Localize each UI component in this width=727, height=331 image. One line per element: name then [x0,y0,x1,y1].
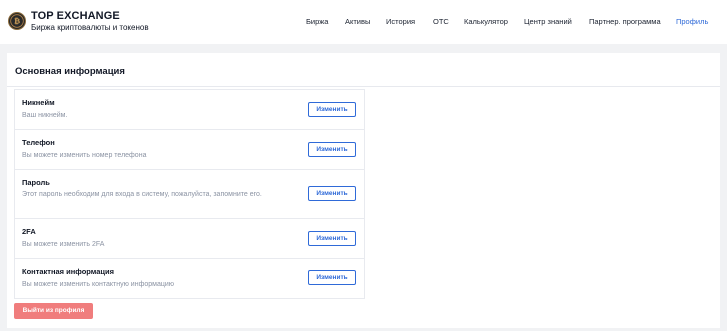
nav-link-otc[interactable]: OTC [433,17,449,29]
row-title: Телефон [22,138,55,147]
nav-link-knowledge-center[interactable]: Центр знаний [524,17,572,29]
row-title: Контактная информация [22,267,115,276]
settings-row-2fa: 2FA Вы можете изменить 2FA Изменить [15,219,364,259]
change-2fa-button[interactable]: Изменить [308,231,356,246]
brand-subtitle: Биржа криптовалюты и токенов [31,23,149,32]
nav-link-history[interactable]: История [386,17,415,29]
nav-link-calculator[interactable]: Калькулятор [464,17,508,29]
row-description: Вы можете изменить контактную информацию [22,281,175,288]
brand-title: TOP EXCHANGE [31,10,120,22]
profile-settings-list: Никнейм Ваш никнейм. Изменить Телефон Вы… [14,89,365,299]
settings-row-nickname: Никнейм Ваш никнейм. Изменить [15,90,364,130]
change-nickname-button[interactable]: Изменить [308,102,356,117]
change-contact-info-button[interactable]: Изменить [308,270,356,285]
settings-row-password: Пароль Этот пароль необходим для входа в… [15,170,364,219]
row-title: Пароль [22,178,50,187]
section-title: Основная информация [15,66,125,77]
nav-link-profile[interactable]: Профиль [676,17,708,29]
row-description: Вы можете изменить номер телефона [22,152,147,159]
nav-link-assets[interactable]: Активы [345,17,370,29]
row-title: Никнейм [22,98,55,107]
row-description: Ваш никнейм. [22,112,68,119]
title-divider [7,86,720,87]
row-title: 2FA [22,227,36,236]
profile-card: Основная информация Никнейм Ваш никнейм.… [7,53,720,328]
nav-link-exchange[interactable]: Биржа [306,17,328,29]
settings-row-phone: Телефон Вы можете изменить номер телефон… [15,130,364,170]
bitcoin-coin-icon[interactable]: ₿ [8,12,26,30]
row-description: Вы можете изменить 2FA [22,241,105,248]
svg-text:₿: ₿ [14,17,20,26]
settings-row-contact-info: Контактная информация Вы можете изменить… [15,259,364,298]
change-phone-button[interactable]: Изменить [308,142,356,157]
row-description: Этот пароль необходим для входа в систем… [22,191,262,198]
top-header: ₿ TOP EXCHANGE Биржа криптовалюты и токе… [0,0,727,44]
change-password-button[interactable]: Изменить [308,186,356,201]
nav-link-partner-program[interactable]: Партнер. программа [589,17,661,29]
logout-button[interactable]: Выйти из профиля [14,303,93,319]
